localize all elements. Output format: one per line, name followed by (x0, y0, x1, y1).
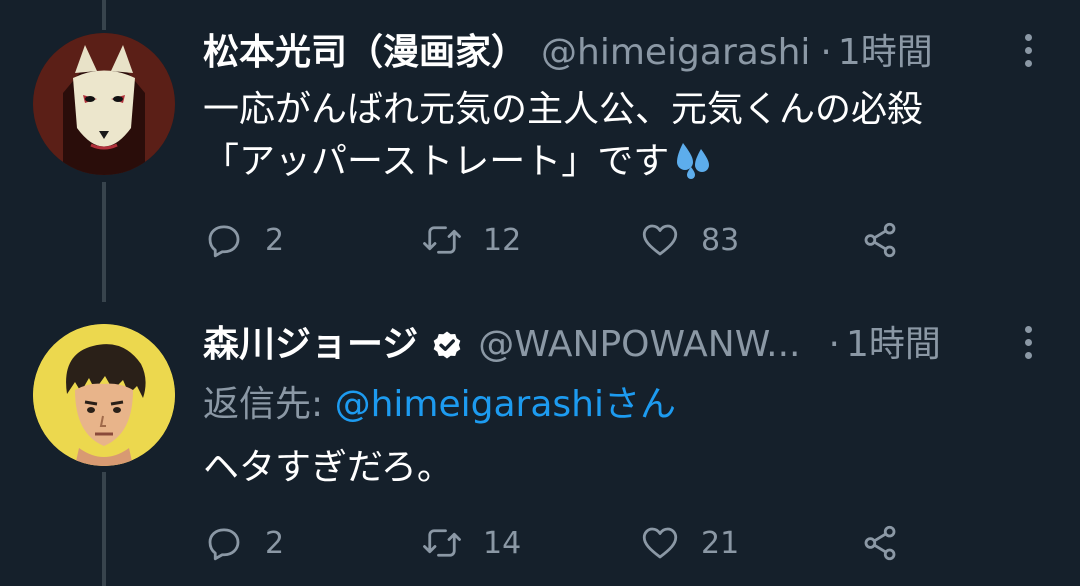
tweet-text-line: ヘタすぎだろ。 (203, 447, 453, 488)
reply-mention-link[interactable]: @himeigarashiさん (335, 384, 676, 425)
user-handle[interactable]: @WANPOWANW... (478, 322, 800, 368)
avatar[interactable] (33, 324, 175, 466)
display-name[interactable]: 森川ジョージ (203, 322, 418, 368)
reply-button[interactable]: 2 (203, 215, 284, 265)
retweet-button[interactable]: 14 (421, 518, 521, 568)
retweet-count: 12 (483, 222, 522, 258)
boxer-avatar (33, 324, 175, 466)
timestamp[interactable]: 1時間 (846, 322, 941, 368)
tweet-text: ヘタすぎだろ。 (203, 442, 1040, 494)
tweet[interactable]: 森川ジョージ @WANPOWANW... · 1時間 返信先: @himeiga… (0, 300, 1080, 586)
timestamp[interactable]: 1時間 (838, 30, 933, 76)
reply-context: 返信先: @himeigarashiさん (203, 382, 676, 428)
reply-count: 2 (265, 222, 285, 258)
heart-icon (642, 527, 678, 559)
display-name[interactable]: 松本光司（漫画家） (203, 30, 527, 76)
reply-button[interactable]: 2 (203, 518, 284, 568)
tweet-text: 一応がんばれ元気の主人公、元気くんの必殺 「アッパーストレート」です (203, 84, 1040, 188)
heart-icon (642, 224, 678, 256)
share-icon (864, 222, 896, 258)
like-count: 21 (701, 525, 740, 561)
tweet-text-line-content: 「アッパーストレート」です (203, 141, 670, 182)
separator-dot: · (828, 324, 840, 365)
reply-icon (208, 528, 240, 561)
sweat-droplets-icon (677, 143, 710, 179)
share-icon (864, 525, 896, 561)
tweet-actions: 2 12 83 (203, 215, 923, 265)
separator-dot: · (820, 32, 832, 73)
tweet-header: 森川ジョージ @WANPOWANW... · 1時間 (203, 322, 1050, 368)
retweet-button[interactable]: 12 (421, 215, 521, 265)
fox-mask-avatar (33, 33, 175, 175)
share-button[interactable] (859, 215, 901, 265)
reply-icon (208, 225, 240, 258)
verified-badge-icon (433, 331, 461, 359)
like-button[interactable]: 21 (639, 518, 739, 568)
reply-to-label: 返信先: (203, 384, 335, 425)
like-button[interactable]: 83 (639, 215, 739, 265)
reply-count: 2 (265, 525, 285, 561)
more-options-icon[interactable] (1024, 326, 1032, 359)
user-handle[interactable]: @himeigarashi (541, 30, 810, 76)
avatar[interactable] (33, 33, 175, 175)
tweet[interactable]: 松本光司（漫画家） @himeigarashi · 1時間 一応がんばれ元気の主… (0, 0, 1080, 300)
tweet-actions: 2 14 21 (203, 518, 923, 568)
more-options-icon[interactable] (1024, 34, 1032, 67)
retweet-count: 14 (483, 525, 522, 561)
like-count: 83 (701, 222, 740, 258)
tweet-header: 松本光司（漫画家） @himeigarashi · 1時間 (203, 30, 1050, 76)
tweet-text-line: 「アッパーストレート」です (203, 136, 1040, 188)
tweet-text-line: 一応がんばれ元気の主人公、元気くんの必殺 (203, 89, 924, 130)
share-button[interactable] (859, 518, 901, 568)
retweet-icon (423, 226, 461, 254)
retweet-icon (423, 529, 461, 557)
